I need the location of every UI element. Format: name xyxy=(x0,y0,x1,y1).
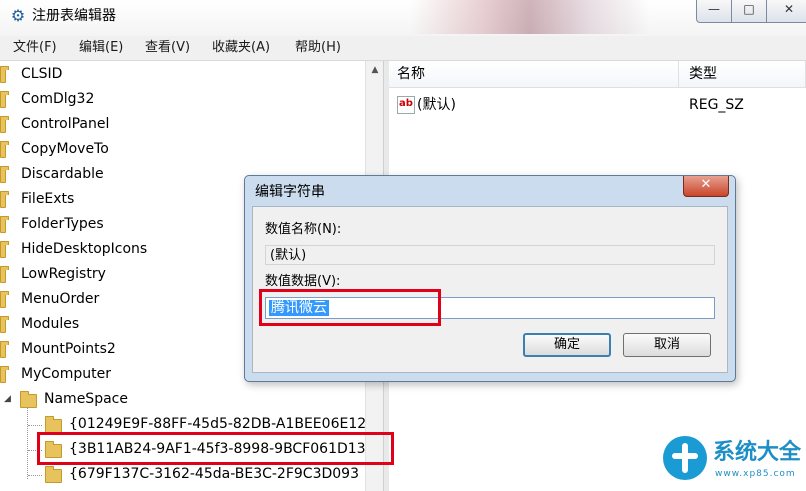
window-title: 注册表编辑器 xyxy=(32,8,116,24)
menu-edit[interactable]: 编辑(E) xyxy=(79,39,123,57)
folder-icon xyxy=(0,341,9,358)
folder-icon xyxy=(0,216,9,233)
regedit-app-icon: ⚙ xyxy=(10,6,26,25)
maximize-button[interactable]: □ xyxy=(731,0,767,23)
watermark-text: 系统大全 xyxy=(713,440,802,465)
folder-icon xyxy=(0,191,9,208)
collapse-arrow-icon[interactable]: ◢ xyxy=(4,387,11,412)
watermark-logo-icon xyxy=(663,436,707,480)
highlight-box-value-data xyxy=(259,289,441,326)
minimize-button[interactable]: — xyxy=(696,0,732,23)
title-bar: ⚙ 注册表编辑器 — □ ✕ xyxy=(0,0,806,36)
tree-item-clsid[interactable]: CLSID xyxy=(0,62,365,87)
tree-item-namespace[interactable]: ◢ NameSpace xyxy=(0,387,365,412)
ok-button[interactable]: 确定 xyxy=(523,333,611,357)
folder-icon xyxy=(0,91,9,108)
background-decoration xyxy=(410,0,650,34)
dialog-close-button[interactable]: ✕ xyxy=(683,176,729,197)
tree-item-comdlg32[interactable]: ComDlg32 xyxy=(0,87,365,112)
column-header-name[interactable]: 名称 xyxy=(389,61,679,88)
value-row-default[interactable]: ab (默认) REG_SZ xyxy=(389,93,806,117)
highlight-box-tree-item xyxy=(37,432,394,465)
menu-file[interactable]: 文件(F) xyxy=(13,39,57,57)
tree-item-copymoveto[interactable]: CopyMoveTo xyxy=(0,137,365,162)
edit-string-dialog: 编辑字符串 ✕ 数值名称(N): (默认) 数值数据(V): 腾讯微云 确定 取… xyxy=(244,175,736,382)
value-name-label: 数值名称(N): xyxy=(265,222,342,237)
site-watermark: 系统大全 www.xp85.com xyxy=(655,432,806,491)
folder-icon xyxy=(0,141,9,158)
value-name: (默认) xyxy=(417,97,456,113)
folder-icon xyxy=(0,316,9,333)
menu-favorites[interactable]: 收藏夹(A) xyxy=(212,39,270,57)
tree-item-clsid-sub[interactable]: {679F137C-3162-45da-BE3C-2F9C3D093 xyxy=(0,462,365,487)
value-type: REG_SZ xyxy=(689,97,744,113)
menu-help[interactable]: 帮助(H) xyxy=(295,39,341,57)
folder-icon xyxy=(0,116,9,133)
folder-icon xyxy=(0,166,9,183)
scroll-up-arrow-icon[interactable]: ▲ xyxy=(366,61,384,79)
string-value-icon: ab xyxy=(397,96,415,114)
close-window-button[interactable]: ✕ xyxy=(766,0,806,23)
folder-open-icon xyxy=(20,391,37,408)
tree-item-controlpanel[interactable]: ControlPanel xyxy=(0,112,365,137)
dialog-title: 编辑字符串 xyxy=(255,184,325,200)
folder-icon xyxy=(0,366,9,383)
watermark-url: www.xp85.com xyxy=(715,469,796,479)
folder-icon xyxy=(0,291,9,308)
folder-icon xyxy=(45,416,62,433)
column-header-type[interactable]: 类型 xyxy=(679,61,806,88)
folder-icon xyxy=(0,241,9,258)
menu-view[interactable]: 查看(V) xyxy=(145,39,190,57)
folder-icon xyxy=(0,66,9,83)
folder-icon xyxy=(0,266,9,283)
value-name-field: (默认) xyxy=(265,245,715,265)
cancel-button[interactable]: 取消 xyxy=(623,333,711,357)
folder-icon xyxy=(45,466,62,483)
menu-bar: 文件(F) 编辑(E) 查看(V) 收藏夹(A) 帮助(H) xyxy=(0,36,806,61)
